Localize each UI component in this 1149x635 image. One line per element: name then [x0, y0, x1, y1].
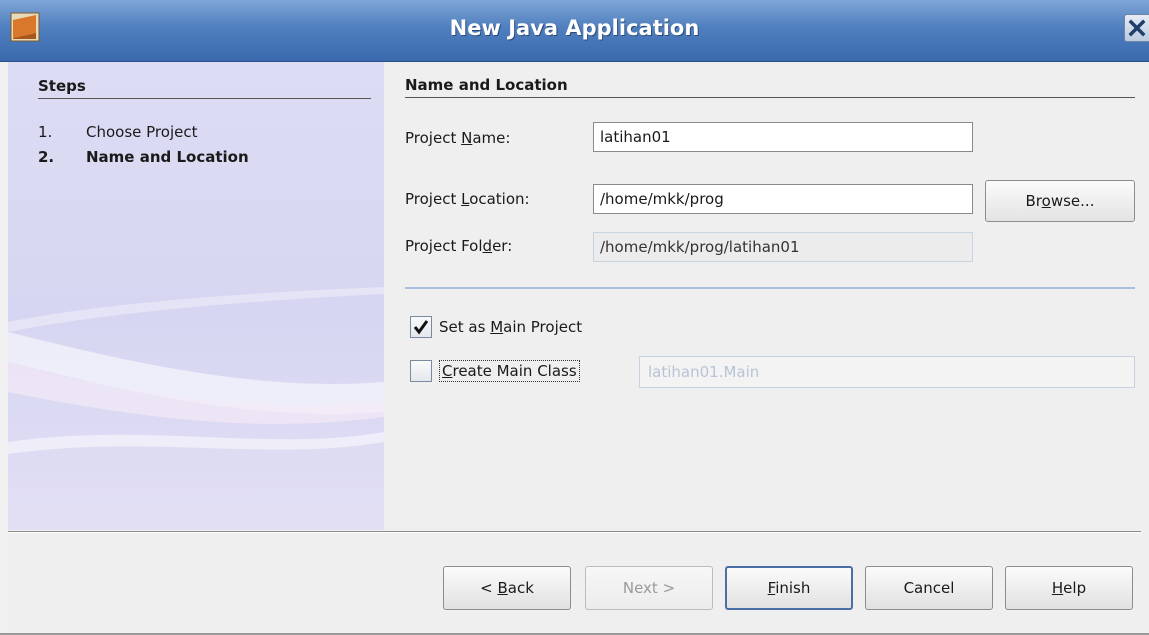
footer-divider-highlight [8, 532, 1141, 533]
finish-button[interactable]: Finish [725, 566, 853, 610]
section-divider [405, 97, 1135, 98]
step-item-current: 2. Name and Location [38, 148, 249, 166]
project-location-label: Project Location: [405, 190, 530, 208]
checkmark-icon [413, 320, 429, 335]
cancel-button[interactable]: Cancel [865, 566, 993, 610]
title-bar: New Java Application [0, 0, 1149, 62]
steps-panel: Steps 1. Choose Project 2. Name and Locati… [8, 62, 384, 530]
step-item: 1. Choose Project [38, 123, 197, 141]
label-mnemonic: d [482, 237, 493, 255]
set-main-project-option[interactable]: Set as Main Project [410, 316, 582, 338]
project-folder-label: Project Folder: [405, 237, 512, 255]
next-button: Next > [585, 566, 713, 610]
browse-button[interactable]: Browse... [985, 180, 1135, 222]
back-button[interactable]: < Back [443, 566, 571, 610]
window-border [0, 62, 8, 633]
label-text: er: [492, 237, 513, 255]
project-name-label: Project Name: [405, 129, 510, 147]
label-text: Project [405, 190, 462, 208]
button-text: Br [1025, 192, 1042, 210]
button-mnemonic: H [1051, 579, 1064, 597]
steps-title: Steps [38, 77, 86, 95]
label-mnemonic: N [461, 129, 473, 147]
label-text: Project Fol [405, 237, 483, 255]
label-text: ocation: [469, 190, 530, 208]
button-mnemonic: B [497, 579, 508, 597]
step-label: Name and Location [86, 148, 249, 166]
label-text: reate Main Class [452, 362, 577, 380]
section-separator [405, 287, 1135, 289]
label-mnemonic: C [442, 362, 453, 380]
set-main-project-checkbox[interactable] [410, 316, 432, 338]
button-text: inish [775, 579, 811, 597]
step-number: 1. [38, 123, 53, 141]
button-text: ack [507, 579, 534, 597]
label-text: Project [405, 129, 462, 147]
help-button[interactable]: Help [1005, 566, 1133, 610]
button-mnemonic: o [1041, 192, 1051, 210]
window-title: New Java Application [449, 16, 700, 40]
button-text: elp [1063, 579, 1087, 597]
step-label: Choose Project [86, 123, 198, 141]
project-location-field[interactable]: /home/mkk/prog [593, 184, 973, 214]
create-main-class-checkbox[interactable] [410, 360, 432, 382]
create-main-class-label: Create Main Class [439, 360, 580, 382]
step-number: 2. [38, 148, 55, 166]
project-name-field[interactable]: latihan01 [593, 122, 973, 152]
label-text: Set as [439, 318, 491, 336]
label-text: ain Project [503, 318, 583, 336]
section-title: Name and Location [405, 76, 568, 94]
steps-divider [38, 98, 371, 99]
label-mnemonic: M [490, 318, 504, 336]
close-button[interactable] [1124, 14, 1149, 42]
main-class-field: latihan01.Main [639, 356, 1135, 388]
label-mnemonic: L [461, 190, 470, 208]
project-folder-field: /home/mkk/prog/latihan01 [593, 232, 973, 262]
button-text: < [480, 579, 498, 597]
set-main-project-label: Set as Main Project [439, 318, 582, 336]
close-icon [1128, 19, 1146, 37]
button-text: wse... [1050, 192, 1095, 210]
create-main-class-option[interactable]: Create Main Class [410, 360, 580, 382]
label-text: ame: [472, 129, 511, 147]
